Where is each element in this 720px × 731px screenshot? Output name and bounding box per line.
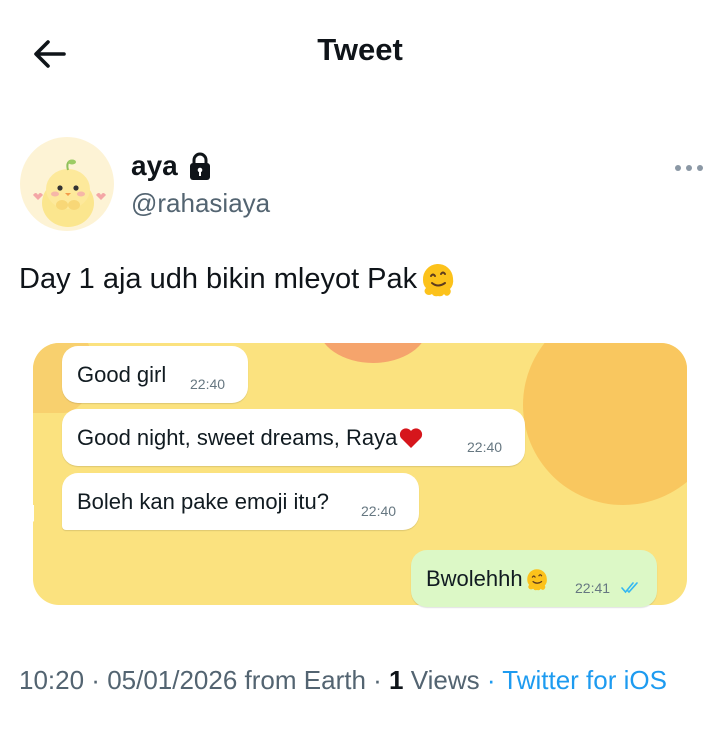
chick-avatar-icon bbox=[33, 159, 106, 227]
chat-message-time: 22:40 bbox=[467, 439, 503, 455]
background-blob bbox=[523, 343, 687, 505]
meta-separator: · bbox=[84, 665, 108, 695]
double-check-icon bbox=[621, 582, 638, 594]
tweet-date: 05/01/2026 bbox=[107, 665, 238, 695]
chat-message-row: Good night, sweet dreams, Raya bbox=[77, 425, 424, 451]
chat-message-text: Bwolehhh bbox=[426, 566, 523, 591]
tweet-text: Day 1 aja udh bikin mleyot Pak bbox=[19, 259, 458, 299]
chat-message-text: Boleh kan pake emoji itu? bbox=[77, 489, 329, 514]
author-handle[interactable]: @rahasiaya bbox=[131, 188, 270, 219]
chat-message-text: Good night, sweet dreams, Raya bbox=[77, 425, 398, 450]
melting-face-emoji bbox=[423, 263, 454, 297]
chat-message-time: 22:41 bbox=[575, 580, 611, 596]
chat-bubble: Boleh kan pake emoji itu? 22:40 bbox=[62, 473, 419, 530]
tweet-location: from Earth · bbox=[237, 665, 390, 695]
lock-icon bbox=[189, 152, 210, 180]
heart-icon bbox=[400, 428, 423, 448]
chat-bubble: Good girl 22:40 bbox=[62, 346, 248, 403]
chat-message-time: 22:40 bbox=[361, 503, 397, 519]
chat-bubble-outgoing: Bwolehhh 22:41 bbox=[411, 550, 657, 607]
avatar[interactable] bbox=[20, 137, 114, 231]
tweet-source-link[interactable]: Twitter for iOS bbox=[502, 665, 667, 695]
tweet-body: Day 1 aja udh bikin mleyot Pak bbox=[19, 262, 418, 295]
more-horizontal-icon[interactable] bbox=[672, 158, 706, 178]
views-label: Views bbox=[403, 665, 487, 695]
melting-face-emoji bbox=[526, 569, 547, 591]
chat-bubble-tail bbox=[14, 505, 34, 530]
tweet-time: 10:20 bbox=[19, 665, 85, 695]
background-blob bbox=[318, 343, 428, 363]
chat-bubble: Good night, sweet dreams, Raya 22:40 bbox=[62, 409, 525, 466]
chat-message-time: 22:40 bbox=[190, 376, 226, 392]
meta-separator: · bbox=[486, 665, 503, 695]
page-title: Tweet bbox=[317, 32, 403, 67]
views-count: 1 bbox=[389, 665, 404, 695]
author-name-row: aya bbox=[131, 150, 212, 182]
header-bar: Tweet bbox=[0, 0, 720, 105]
chat-message-row: Bwolehhh bbox=[426, 566, 550, 592]
chat-message-text: Good girl bbox=[77, 362, 167, 387]
author-name[interactable]: aya bbox=[131, 150, 178, 182]
tweet-meta: 10:20 · 05/01/2026 from Earth · 1 Views … bbox=[19, 663, 699, 697]
